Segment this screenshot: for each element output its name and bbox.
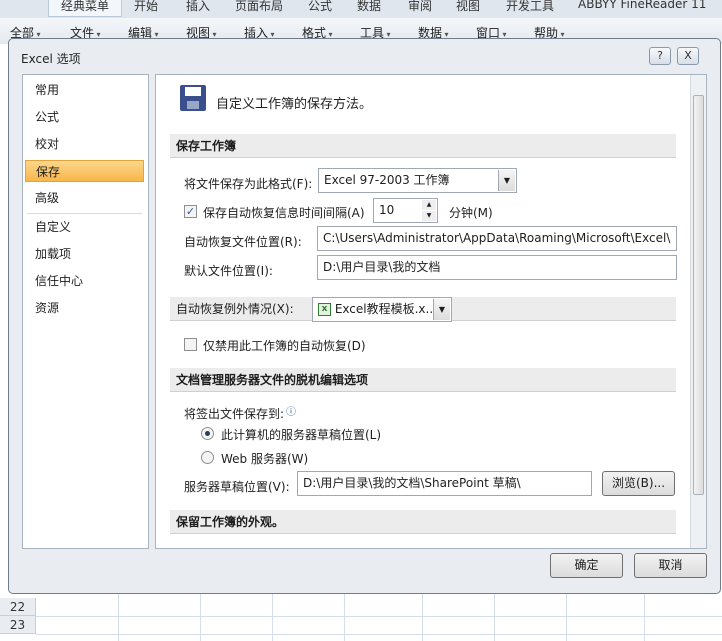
- browse-button[interactable]: 浏览(B)...: [602, 471, 675, 496]
- format-label: 将文件保存为此格式(F):: [184, 177, 313, 191]
- workbook-dropdown[interactable]: x Excel教程模板.x... ▼: [312, 297, 452, 322]
- workbook-value: Excel教程模板.x...: [334, 302, 437, 316]
- checkout-label: 将签出文件保存到:: [184, 407, 285, 421]
- ribbon-tab-classic-menu[interactable]: 经典菜单: [48, 0, 123, 17]
- nav-advanced[interactable]: 高级: [25, 187, 144, 209]
- nav-proofing[interactable]: 校对: [25, 133, 144, 155]
- gridline: [566, 592, 567, 641]
- ribbon-tab-abbyy[interactable]: ABBYY FineReader 11: [578, 0, 706, 11]
- ribbon-tab-developer[interactable]: 开发工具: [506, 0, 554, 14]
- drafts-location-label: 服务器草稿位置(V):: [184, 480, 290, 494]
- nav-formulas[interactable]: 公式: [25, 106, 144, 128]
- nav-resources[interactable]: 资源: [25, 297, 144, 319]
- autosave-minutes-value: 10: [379, 203, 395, 217]
- autorecover-exceptions-label: 自动恢复例外情况(X):: [176, 302, 294, 316]
- excel-file-icon: x: [318, 303, 331, 316]
- autosave-minutes-spinner[interactable]: 10 ▲ ▼: [373, 198, 438, 223]
- nav-customize[interactable]: 自定义: [25, 216, 144, 238]
- nav-popular[interactable]: 常用: [25, 79, 144, 101]
- dialog-title: Excel 选项: [21, 52, 81, 66]
- autorecover-location-input[interactable]: C:\Users\Administrator\AppData\Roaming\M…: [317, 226, 677, 251]
- worksheet-grid[interactable]: 22 23: [0, 592, 722, 641]
- gridline: [36, 634, 722, 635]
- spin-down-icon[interactable]: ▼: [422, 211, 436, 221]
- gridline: [200, 592, 201, 641]
- spin-up-icon[interactable]: ▲: [422, 200, 436, 210]
- floppy-disk-icon: [180, 85, 206, 111]
- excel-options-dialog: Excel 选项 ? X 常用 公式 校对 保存 高级 自定义 加载项 信任中心…: [8, 38, 721, 594]
- default-location-input[interactable]: D:\用户目录\我的文档: [317, 255, 677, 280]
- options-nav: 常用 公式 校对 保存 高级 自定义 加载项 信任中心 资源: [22, 74, 149, 549]
- gridline: [272, 592, 273, 641]
- gridline: [344, 592, 345, 641]
- ribbon-tab-insert[interactable]: 插入: [186, 0, 210, 14]
- section-offline-editing: 文档管理服务器文件的脱机编辑选项: [170, 368, 676, 392]
- radio-web-server[interactable]: [201, 451, 214, 464]
- ribbon-tab-formulas[interactable]: 公式: [308, 0, 332, 14]
- radio-server-drafts[interactable]: [201, 427, 214, 440]
- autorecover-location-label: 自动恢复文件位置(R):: [184, 235, 302, 249]
- save-options-pane: 自定义工作簿的保存方法。 保存工作簿 将文件保存为此格式(F): Excel 9…: [155, 74, 707, 549]
- chevron-down-icon[interactable]: ▼: [433, 299, 450, 320]
- section-save-workbooks: 保存工作簿: [170, 134, 676, 158]
- gridline: [36, 616, 722, 617]
- ribbon-tab-view[interactable]: 视图: [456, 0, 480, 14]
- chevron-down-icon[interactable]: ▼: [498, 170, 515, 191]
- save-format-dropdown[interactable]: Excel 97-2003 工作簿 ▼: [318, 168, 517, 193]
- ribbon-tab-page-layout[interactable]: 页面布局: [235, 0, 283, 14]
- drafts-location-input[interactable]: D:\用户目录\我的文档\SharePoint 草稿\: [297, 471, 592, 496]
- gridline: [644, 592, 645, 641]
- help-button[interactable]: ?: [649, 47, 671, 65]
- gridline: [118, 592, 119, 641]
- nav-save[interactable]: 保存: [25, 160, 144, 182]
- nav-trust-center[interactable]: 信任中心: [25, 270, 144, 292]
- nav-divider: [27, 213, 142, 214]
- ribbon-tab-data[interactable]: 数据: [357, 0, 381, 14]
- scrollbar-thumb[interactable]: [693, 95, 704, 495]
- cancel-button[interactable]: 取消: [634, 553, 707, 578]
- vertical-scrollbar[interactable]: [690, 75, 706, 548]
- pane-header: 自定义工作簿的保存方法。: [216, 97, 373, 112]
- ok-button[interactable]: 确定: [550, 553, 623, 578]
- info-icon: ⓘ: [286, 407, 296, 418]
- disable-autorecover-checkbox[interactable]: [184, 338, 197, 351]
- ribbon-tab-review[interactable]: 审阅: [408, 0, 432, 14]
- ribbon-tabs: 经典菜单 开始 插入 页面布局 公式 数据 审阅 视图 开发工具 ABBYY F…: [0, 0, 722, 18]
- server-drafts-option-label: 此计算机的服务器草稿位置(L): [221, 428, 382, 442]
- close-button[interactable]: X: [677, 47, 699, 65]
- minutes-label: 分钟(M): [449, 206, 493, 220]
- ribbon-tab-home[interactable]: 开始: [134, 0, 158, 14]
- gridline: [422, 592, 423, 641]
- autosave-checkbox[interactable]: ✓: [184, 205, 197, 218]
- web-server-option-label: Web 服务器(W): [221, 452, 309, 466]
- section-preserve-appearance: 保留工作簿的外观。: [170, 510, 676, 534]
- autosave-label: 保存自动恢复信息时间间隔(A): [203, 206, 365, 220]
- save-format-value: Excel 97-2003 工作簿: [324, 173, 450, 187]
- disable-autorecover-label: 仅禁用此工作簿的自动恢复(D): [203, 339, 366, 353]
- nav-addins[interactable]: 加载项: [25, 243, 144, 265]
- row-header[interactable]: 23: [0, 616, 36, 634]
- default-location-label: 默认文件位置(I):: [184, 264, 273, 278]
- gridline: [494, 592, 495, 641]
- row-header[interactable]: 22: [0, 598, 36, 616]
